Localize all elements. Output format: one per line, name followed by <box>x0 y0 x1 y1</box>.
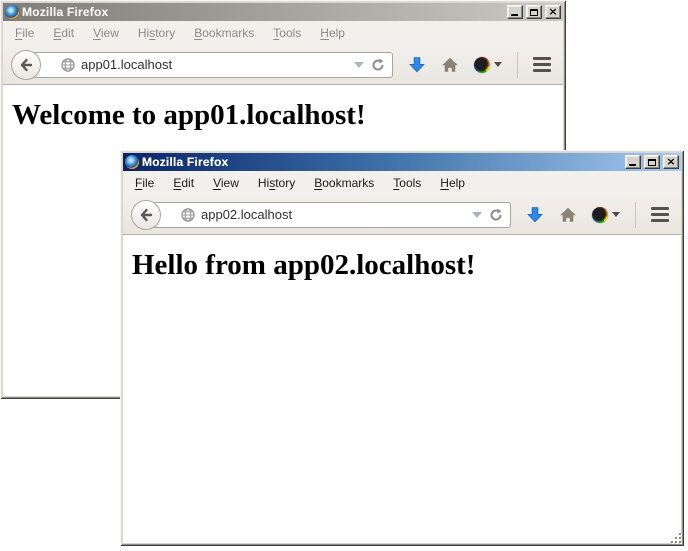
menu-item-edit[interactable]: Edit <box>166 173 201 193</box>
desktop: { "windows": [ { "title": "Mozilla Firef… <box>0 0 688 551</box>
firefox-logo-icon <box>125 155 139 169</box>
back-arrow-icon <box>138 207 154 223</box>
app-menu-button[interactable] <box>651 207 669 222</box>
titlebar[interactable]: Mozilla Firefox × <box>123 153 681 171</box>
minimize-button[interactable] <box>625 155 641 169</box>
menu-item-history[interactable]: History <box>131 23 182 43</box>
download-button[interactable] <box>526 206 544 224</box>
menu-item-help[interactable]: Help <box>313 23 352 43</box>
toolbar-separator <box>635 202 636 228</box>
page-heading: Hello from app02.localhost! <box>132 249 681 282</box>
menu-item-file[interactable]: File <box>128 173 161 193</box>
navigation-toolbar: app01.localhost <box>3 45 563 85</box>
menu-item-file[interactable]: File <box>8 23 41 43</box>
app-menu-button[interactable] <box>533 57 551 72</box>
reload-icon[interactable] <box>370 57 386 73</box>
addon-button[interactable] <box>474 57 502 73</box>
home-icon <box>559 206 577 224</box>
maximize-button[interactable] <box>644 155 660 169</box>
close-icon: × <box>548 7 557 17</box>
menu-bar: FileEditViewHistoryBookmarksToolsHelp <box>3 21 563 45</box>
window-title: Mozilla Firefox <box>22 5 504 19</box>
window-title: Mozilla Firefox <box>142 155 622 169</box>
toolbar-separator <box>517 52 518 78</box>
menu-item-help[interactable]: Help <box>433 173 472 193</box>
reload-icon[interactable] <box>488 207 504 223</box>
menu-item-view[interactable]: View <box>206 173 246 193</box>
menu-item-tools[interactable]: Tools <box>266 23 308 43</box>
globe-icon <box>181 208 195 222</box>
maximize-icon <box>530 9 538 16</box>
chevron-down-icon <box>494 62 502 67</box>
home-icon <box>441 56 459 74</box>
download-arrow-icon <box>408 56 426 74</box>
browser-window-app02: Mozilla Firefox × FileEditViewHistoryBoo… <box>120 150 684 546</box>
menu-bar: FileEditViewHistoryBookmarksToolsHelp <box>123 171 681 195</box>
menu-item-history[interactable]: History <box>251 173 302 193</box>
menu-item-tools[interactable]: Tools <box>386 173 428 193</box>
menu-item-view[interactable]: View <box>86 23 126 43</box>
back-button[interactable] <box>131 200 161 230</box>
chevron-down-icon[interactable] <box>354 62 364 68</box>
chevron-down-icon[interactable] <box>472 212 482 218</box>
colorwheel-icon <box>592 207 608 223</box>
close-button[interactable]: × <box>545 5 561 19</box>
maximize-button[interactable] <box>526 5 542 19</box>
minimize-button[interactable] <box>507 5 523 19</box>
url-text[interactable]: app01.localhost <box>81 57 348 72</box>
colorwheel-icon <box>474 57 490 73</box>
page-heading: Welcome to app01.localhost! <box>12 99 563 132</box>
titlebar[interactable]: Mozilla Firefox × <box>3 3 563 21</box>
minimize-icon <box>511 14 518 16</box>
page-content: Hello from app02.localhost! <box>123 235 681 543</box>
home-button[interactable] <box>441 56 459 74</box>
url-text[interactable]: app02.localhost <box>201 207 466 222</box>
navigation-toolbar: app02.localhost <box>123 195 681 235</box>
url-bar[interactable]: app01.localhost <box>32 52 393 78</box>
back-button[interactable] <box>11 50 41 80</box>
maximize-icon <box>648 159 656 166</box>
addon-button[interactable] <box>592 207 620 223</box>
resize-grip-icon[interactable] <box>669 531 683 545</box>
download-button[interactable] <box>408 56 426 74</box>
minimize-icon <box>629 164 636 166</box>
close-button[interactable]: × <box>663 155 679 169</box>
close-icon: × <box>666 157 675 167</box>
back-arrow-icon <box>18 57 34 73</box>
url-bar[interactable]: app02.localhost <box>152 202 511 228</box>
menu-item-bookmarks[interactable]: Bookmarks <box>307 173 381 193</box>
globe-icon <box>61 58 75 72</box>
menu-item-bookmarks[interactable]: Bookmarks <box>187 23 261 43</box>
firefox-logo-icon <box>5 5 19 19</box>
menu-item-edit[interactable]: Edit <box>46 23 81 43</box>
home-button[interactable] <box>559 206 577 224</box>
chevron-down-icon <box>612 212 620 217</box>
download-arrow-icon <box>526 206 544 224</box>
